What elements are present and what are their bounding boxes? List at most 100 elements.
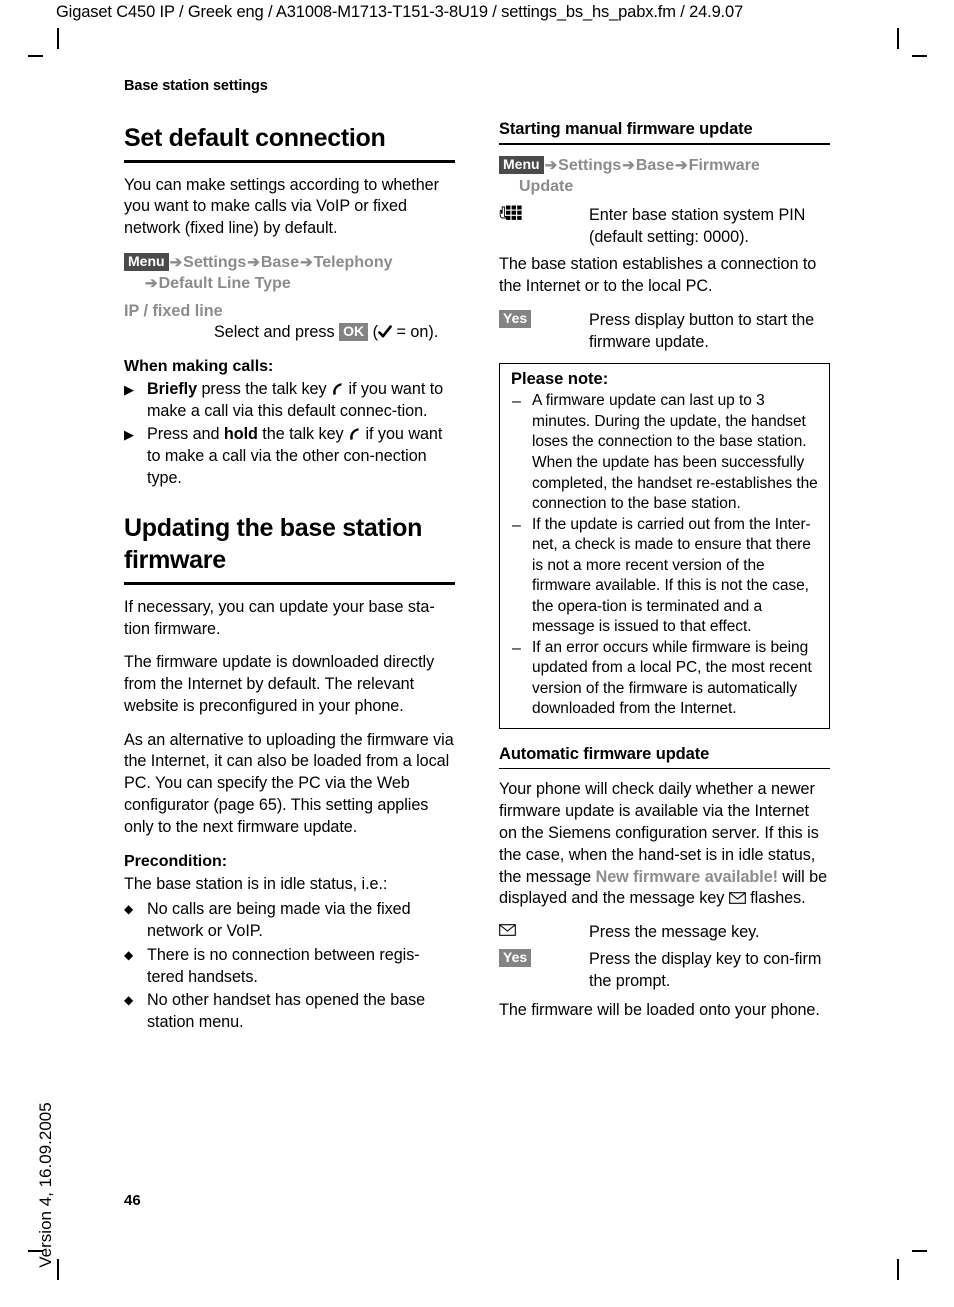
dash-bullet-icon: – (512, 393, 521, 411)
yes-badge[interactable]: Yes (499, 309, 532, 328)
crop-mark-top-right-horizontal (912, 55, 927, 57)
list-item: – A firmware update can last up to 3 minu… (511, 391, 820, 514)
menu-item-base[interactable]: Base (636, 157, 674, 174)
arrow-icon: ➔ (169, 253, 183, 271)
yes-badge-cell: Yes (499, 309, 589, 329)
dash-bullet-icon: – (512, 639, 521, 657)
menu-item-base[interactable]: Base (261, 254, 299, 271)
arrow-icon: ➔ (300, 253, 313, 271)
note-list: – A firmware update can last up to 3 minu… (511, 391, 820, 720)
talk-key-icon (350, 428, 359, 441)
arrow-icon: ➔ (247, 253, 260, 271)
menu-item-default-line-type[interactable]: Default Line Type (159, 275, 291, 292)
title-rule (124, 159, 455, 163)
yes-row-text: Press display button to start the firmwa… (589, 310, 815, 351)
right-column: Starting manual firmware update Menu ➔Set… (499, 120, 830, 1034)
message-key-text: Press the message key. (589, 923, 760, 942)
paragraph: The firmware update is downloaded direct… (124, 653, 435, 715)
list-item: – If an error occurs while firmware is be… (511, 638, 820, 720)
yes-button-row-2: Yes Press the display key to con-firm th… (499, 948, 830, 993)
title-rule-2 (124, 581, 455, 585)
arrow-icon: ➔ (622, 156, 635, 174)
precondition-heading: Precondition: (124, 852, 228, 870)
dash-bullet-icon: – (512, 516, 521, 534)
arrow-icon: ➔ (544, 156, 558, 174)
keypad-icon (499, 205, 522, 220)
ok-badge[interactable]: OK (339, 323, 369, 342)
list-item-label: If the update is carried out from the In… (532, 515, 811, 636)
list-item-label: No other handset has opened the base sta… (147, 991, 426, 1032)
precondition-intro: The base station is in idle status, i.e.… (124, 874, 388, 893)
new-firmware-available-message: New firmware available! (595, 867, 778, 886)
menu-item-telephony[interactable]: Telephony (314, 254, 393, 271)
diamond-bullet-icon: ◆ (124, 993, 134, 1008)
list-item: ▶ Briefly press the talk key if you want… (124, 379, 455, 423)
crop-mark-top-left-horizontal (28, 55, 43, 57)
menu-badge[interactable]: Menu (124, 252, 169, 271)
yes-badge-cell-2: Yes (499, 948, 589, 968)
page-title: Set default connection (124, 124, 386, 152)
precondition-list: ◆ No calls are being made via the fixed n… (124, 899, 455, 1034)
option-action-suffix-group: ( = on). (372, 323, 439, 342)
talk-key-icon (333, 383, 342, 395)
pin-entry-text: Enter base station system PIN (default s… (589, 205, 806, 246)
page-number: 46 (124, 1192, 141, 1209)
arrow-icon: ➔ (145, 274, 158, 292)
please-note-box: Please note: – A firmware update can last… (499, 363, 830, 729)
intro-paragraph: You can make settings according to wheth… (124, 175, 439, 238)
section-rule (499, 143, 830, 145)
list-item-label: A firmware update can last up to 3 minut… (532, 392, 818, 513)
bullet-lead-bold: Briefly (147, 379, 198, 398)
envelope-icon (499, 924, 516, 936)
paragraph: As an alternative to uploading the firmw… (124, 730, 454, 836)
section-label: Base station settings (124, 78, 268, 94)
envelope-icon (728, 892, 746, 905)
pin-entry-row: Enter base station system PIN (default s… (499, 205, 830, 249)
triangle-bullet-icon: ▶ (124, 381, 134, 397)
list-item: ▶ Press and hold the talk key if you wan… (124, 424, 455, 489)
arrow-icon: ➔ (675, 156, 688, 174)
diamond-bullet-icon: ◆ (124, 902, 134, 917)
connection-paragraph: The base station establishes a connectio… (499, 255, 817, 296)
auto-text-3: flashes. (745, 889, 806, 908)
list-item: ◆ No calls are being made via the fixed n… (124, 899, 455, 943)
list-item-label: If an error occurs while firmware is bei… (532, 638, 812, 718)
option-action-row: Select and press OK ( = on). (214, 322, 455, 344)
envelope-icon-cell (499, 922, 589, 940)
making-calls-list: ▶ Briefly press the talk key if you want… (124, 379, 455, 490)
crop-mark-top-right-vertical (897, 28, 899, 49)
menu-item-settings[interactable]: Settings (183, 254, 246, 271)
running-head: Gigaset C450 IP / Greek eng / A31008-M17… (56, 3, 744, 21)
menu-path-default-line-type: Menu ➔Settings➔Base➔Telephony ➔Default Li… (124, 252, 455, 294)
menu-item-firmware[interactable]: Firmware (689, 157, 760, 174)
bullet-text-before: Press and (147, 425, 224, 444)
triangle-bullet-icon: ▶ (124, 427, 134, 443)
menu-item-update[interactable]: Update (519, 178, 573, 195)
option-action-suffix: = on). (391, 323, 439, 342)
section-title-automatic-update: Automatic firmware update (499, 744, 710, 763)
section-title-manual-update: Starting manual firmware update (499, 120, 753, 138)
yes-row-2-text: Press the display key to con-firm the pr… (589, 949, 822, 990)
crop-mark-bottom-right-vertical (897, 1259, 899, 1280)
bullet-text-before: press the talk key (197, 379, 331, 398)
list-item-label: No calls are being made via the fixed ne… (147, 900, 411, 941)
yes-button-row: Yes Press display button to start the fi… (499, 309, 830, 354)
section-rule-2 (499, 767, 830, 770)
message-key-row: Press the message key. (499, 922, 830, 944)
option-ip-fixed-line[interactable]: IP / fixed line (124, 302, 455, 321)
page-title-2: Updating the base station firmware (124, 513, 423, 575)
menu-badge[interactable]: Menu (499, 155, 544, 174)
crop-mark-bottom-right-horizontal (912, 1250, 927, 1252)
list-item-label: There is no connection between regis-ter… (147, 945, 420, 986)
check-icon (378, 325, 392, 338)
yes-badge-2[interactable]: Yes (499, 948, 532, 967)
bullet-text-mid: the talk key (257, 425, 349, 444)
menu-path-firmware-update: Menu ➔Settings➔Base➔Firmware Update (499, 155, 830, 197)
crop-mark-top-left-vertical (57, 28, 59, 49)
diamond-bullet-icon: ◆ (124, 947, 134, 962)
menu-item-settings[interactable]: Settings (558, 157, 621, 174)
list-item: – If the update is carried out from the I… (511, 515, 820, 638)
list-item: ◆ There is no connection between regis-te… (124, 945, 455, 989)
crop-mark-bottom-left-vertical (57, 1259, 59, 1280)
when-making-calls-heading: When making calls: (124, 357, 274, 375)
